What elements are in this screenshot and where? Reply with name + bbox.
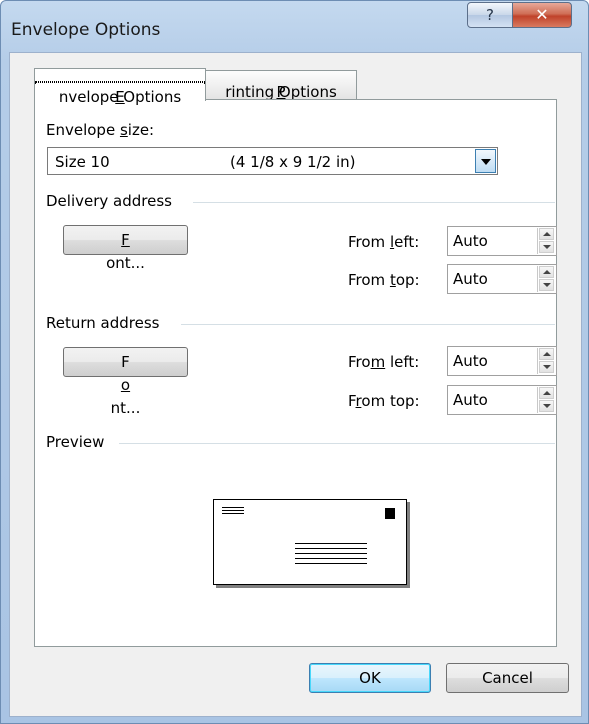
tab-envelope-options-label: Envelope Options [35,81,205,106]
return-address-line [222,510,244,511]
delivery-from-top-value[interactable]: Auto [453,270,488,288]
envelope-preview [213,499,407,585]
delivery-address-line [295,548,367,549]
chevron-down-icon[interactable] [475,149,496,173]
delivery-from-left-spinner[interactable]: Auto [447,226,557,256]
envelope-size-select[interactable]: Size 10 (4 1/8 x 9 1/2 in) [47,147,498,175]
spin-up-icon[interactable] [539,387,554,399]
spin-down-icon[interactable] [539,241,554,253]
delivery-from-top-spinner[interactable]: Auto [447,264,557,294]
envelope-size-dimensions: (4 1/8 x 9 1/2 in) [230,153,356,171]
ok-button[interactable]: OK [309,663,431,693]
return-address-line [222,507,244,508]
cancel-button[interactable]: Cancel [446,663,569,693]
return-address-line [222,513,244,514]
spin-down-icon[interactable] [539,361,554,373]
return-from-left-label: From left: [348,353,420,371]
tab-printing-options[interactable]: Printing Options [205,70,357,101]
spin-down-icon[interactable] [539,400,554,412]
envelope-size-value: Size 10 [55,153,110,171]
return-from-top-spinner[interactable]: Auto [447,385,557,415]
window-title: Envelope Options [11,20,161,40]
return-from-top-label: From top: [348,392,420,410]
spin-down-icon[interactable] [539,279,554,291]
return-font-button[interactable]: Fo nt... [63,347,188,417]
close-button[interactable]: ✕ [512,2,572,28]
preview-heading: Preview [46,433,105,451]
delivery-address-line [295,563,367,564]
envelope-options-dialog: Envelope Options ? ✕ Envelope Options Pr… [0,0,589,724]
return-address-heading: Return address [46,314,160,332]
delivery-address-line [295,553,367,554]
delivery-address-line [295,558,367,559]
delivery-address-line [295,543,367,544]
spin-up-icon[interactable] [539,348,554,360]
spin-up-icon[interactable] [539,266,554,278]
spin-up-icon[interactable] [539,228,554,240]
help-icon: ? [486,6,494,24]
close-icon: ✕ [535,5,549,24]
return-separator [181,324,555,325]
delivery-address-heading: Delivery address [46,192,172,210]
return-from-left-spinner[interactable]: Auto [447,346,557,376]
envelope-size-label: Envelope size: [46,121,155,139]
delivery-from-top-label: From top: [348,271,420,289]
help-button[interactable]: ? [467,2,513,28]
ok-button-label: OK [359,669,381,687]
stamp-icon [385,508,395,519]
delivery-separator [193,202,555,203]
delivery-from-left-label: From left: [348,233,420,251]
delivery-from-left-value[interactable]: Auto [453,232,488,250]
return-from-top-value[interactable]: Auto [453,391,488,409]
cancel-button-label: Cancel [482,669,533,687]
delivery-font-button[interactable]: Font... [63,225,188,272]
title-bar[interactable]: Envelope Options ? ✕ [1,1,588,53]
preview-separator [119,443,555,444]
return-from-left-value[interactable]: Auto [453,352,488,370]
tab-envelope-options[interactable]: Envelope Options [34,68,206,106]
